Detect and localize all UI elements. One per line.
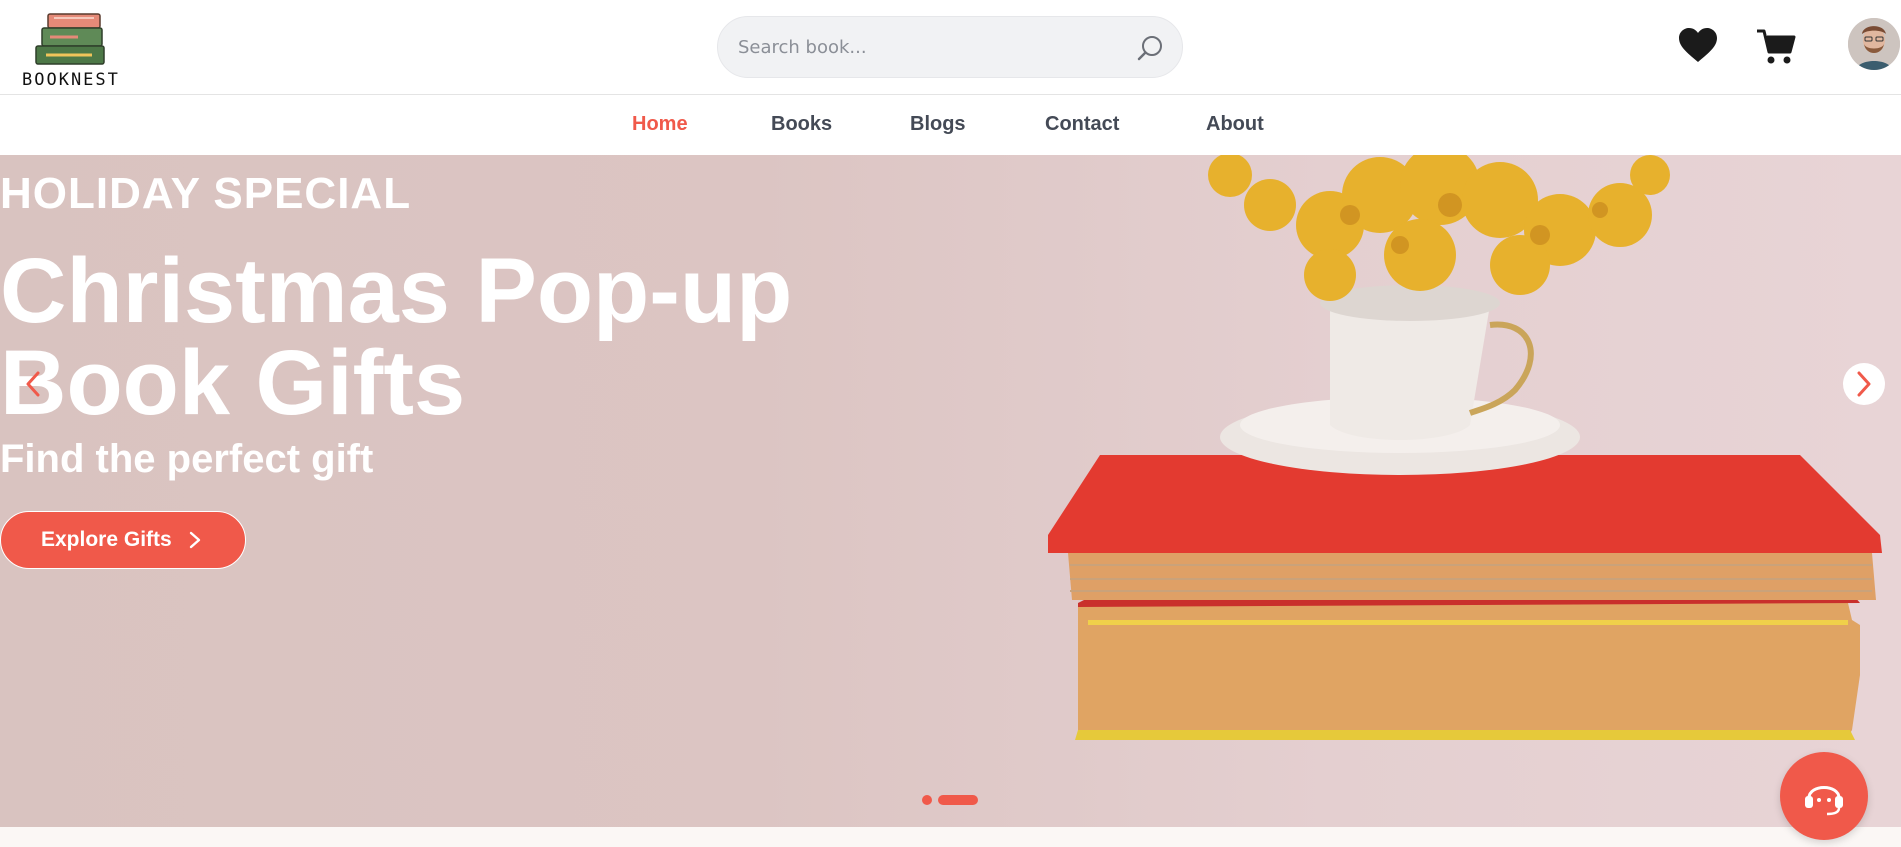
chevron-right-icon bbox=[1857, 371, 1871, 397]
chevron-right-icon bbox=[189, 531, 201, 549]
chevron-left-icon bbox=[26, 371, 40, 397]
carousel-next-button[interactable] bbox=[1843, 363, 1885, 405]
cart-icon[interactable] bbox=[1756, 28, 1796, 70]
avatar-image bbox=[1848, 18, 1900, 70]
books-stack-icon bbox=[35, 13, 105, 65]
headset-icon bbox=[1805, 786, 1843, 816]
search-bar bbox=[717, 16, 1183, 78]
explore-gifts-label: Explore Gifts bbox=[41, 528, 172, 551]
hero-subhead: Find the perfect gift bbox=[0, 437, 374, 481]
brand-name: BOOKNEST bbox=[22, 70, 120, 90]
hero-carousel: HOLIDAY SPECIAL Christmas Pop-up Book Gi… bbox=[0, 155, 1901, 827]
nav-blogs[interactable]: Blogs bbox=[910, 113, 966, 136]
carousel-dot-1[interactable] bbox=[922, 795, 932, 805]
main-nav: Home Books Blogs Contact About bbox=[0, 95, 1901, 155]
nav-books[interactable]: Books bbox=[771, 113, 832, 136]
search-input[interactable] bbox=[738, 31, 1118, 63]
hero-eyebrow: HOLIDAY SPECIAL bbox=[0, 169, 412, 218]
site-header: BOOKNEST bbox=[0, 0, 1901, 95]
hero-headline: Christmas Pop-up Book Gifts bbox=[0, 240, 793, 434]
brand-logo[interactable]: BOOKNEST bbox=[20, 10, 135, 90]
carousel-dot-2[interactable] bbox=[938, 795, 978, 805]
support-chat-button[interactable] bbox=[1780, 752, 1868, 840]
user-avatar[interactable] bbox=[1848, 18, 1900, 70]
nav-about[interactable]: About bbox=[1206, 113, 1264, 136]
heart-icon[interactable] bbox=[1678, 28, 1718, 68]
nav-contact[interactable]: Contact bbox=[1045, 113, 1119, 136]
search-icon[interactable] bbox=[1136, 34, 1164, 66]
explore-gifts-button[interactable]: Explore Gifts bbox=[0, 511, 246, 569]
carousel-prev-button[interactable] bbox=[12, 363, 54, 405]
nav-home[interactable]: Home bbox=[632, 113, 688, 136]
